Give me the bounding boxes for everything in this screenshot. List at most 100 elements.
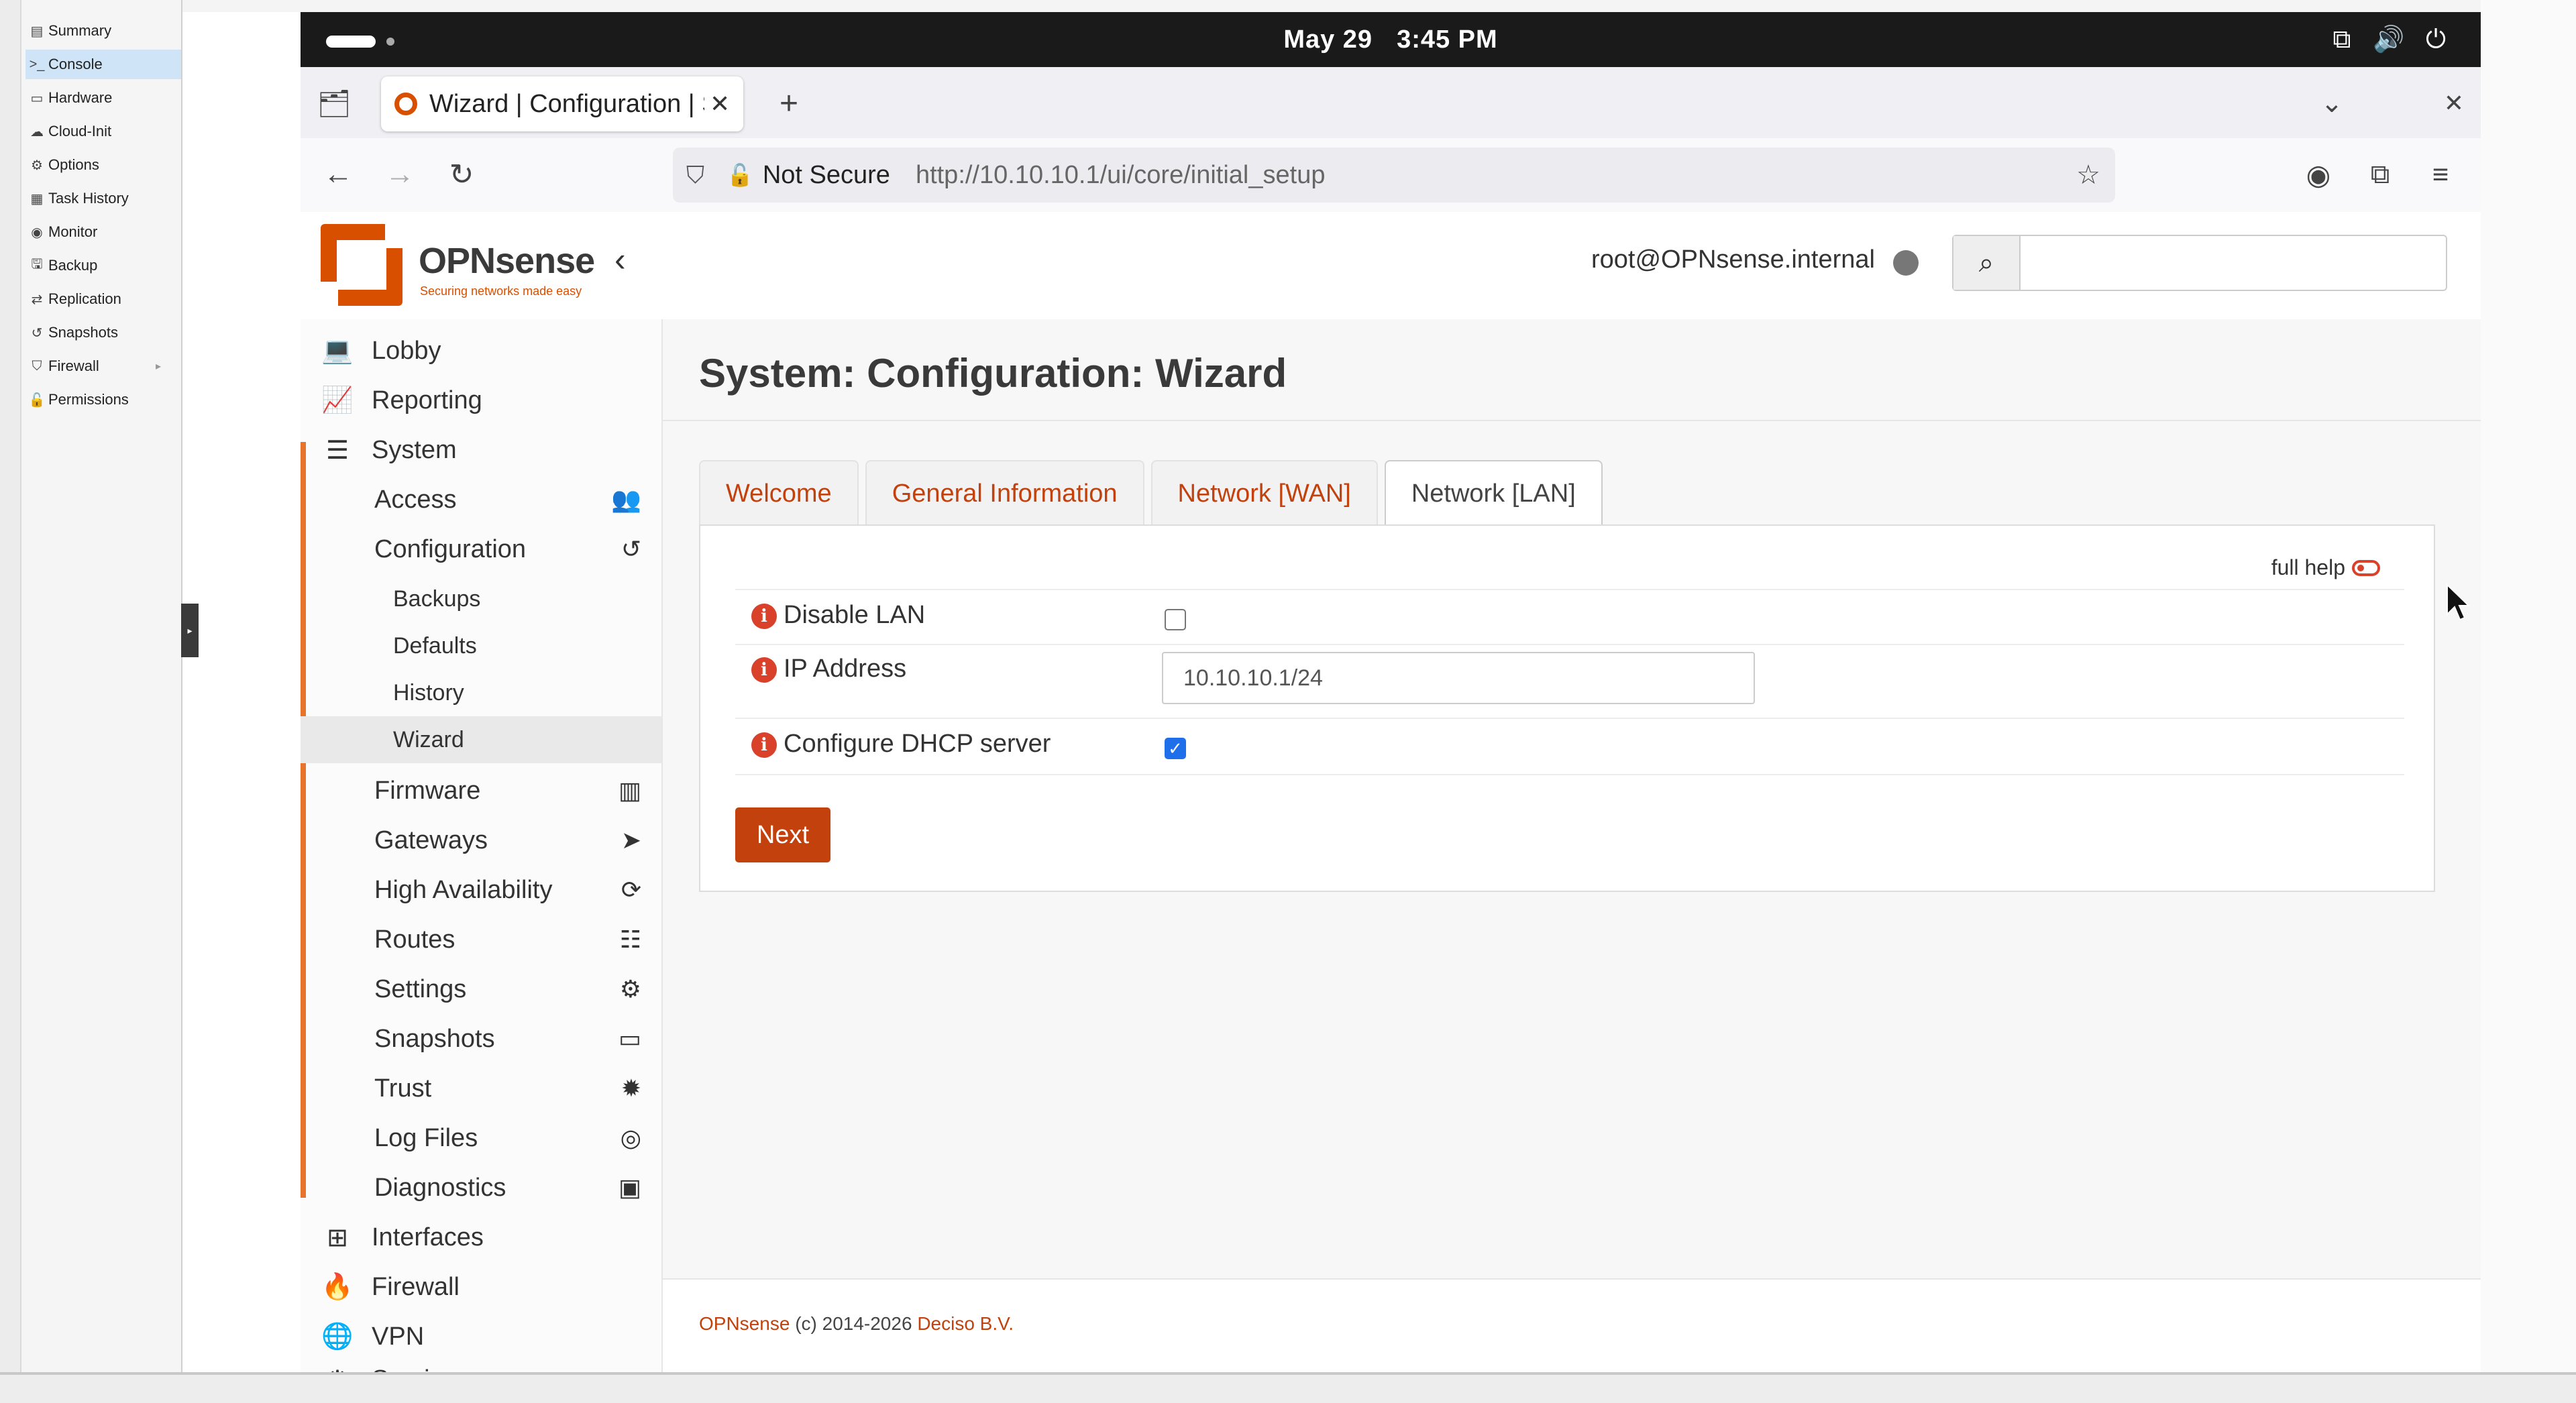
nav-label: Interfaces [372, 1223, 484, 1251]
nav-config-backups[interactable]: Backups [301, 575, 661, 622]
cogs-icon: ⚙ [619, 975, 641, 1003]
configure-dhcp-checkbox[interactable]: ✓ [1165, 738, 1186, 759]
footer-company-link[interactable]: Deciso B.V. [917, 1313, 1014, 1334]
info-icon[interactable]: i [751, 657, 777, 683]
full-help-label: full help [2271, 555, 2345, 579]
nav-label: Snapshots [374, 1024, 495, 1053]
outer-item-label: Backup [48, 257, 98, 274]
url-bar[interactable]: ⛉ 🔓 Not Secure http://10.10.10.1/ui/core… [673, 148, 2115, 203]
browser-tab-title: Wizard | Configuration | S [429, 89, 704, 118]
browser-tab-active[interactable]: Wizard | Configuration | S ✕ [381, 76, 743, 131]
nav-config-wizard[interactable]: Wizard [301, 716, 661, 763]
nav-system-high-availability[interactable]: High Availability ⟳ [301, 865, 661, 915]
tab-list-chevron-icon[interactable]: ⌄ [2313, 85, 2351, 122]
nav-system-snapshots[interactable]: Snapshots ▭ [301, 1014, 661, 1064]
row-divider [735, 718, 2404, 719]
clock[interactable]: May 29 3:45 PM [301, 12, 2481, 67]
toggle-off-icon[interactable] [2352, 559, 2380, 576]
outer-item-options[interactable]: ⚙ Options [25, 150, 181, 180]
search-icon[interactable]: ⌕ [1953, 236, 2021, 290]
close-window-icon[interactable]: ✕ [2435, 85, 2473, 122]
nav-system-log-files[interactable]: Log Files ◎ [301, 1113, 661, 1163]
nav-config-history[interactable]: History [301, 669, 661, 716]
next-button[interactable]: Next [735, 807, 830, 862]
nav-reporting[interactable]: 📈 Reporting [301, 376, 661, 425]
forward-arrow-icon[interactable]: → [381, 156, 419, 193]
nav-system-gateways[interactable]: Gateways ➤ [301, 816, 661, 865]
nav-system-trust[interactable]: Trust ✹ [301, 1064, 661, 1113]
info-icon[interactable]: i [751, 604, 777, 629]
outer-item-task-history[interactable]: ▦ Task History [25, 184, 181, 213]
shield-icon: ⛉ [32, 358, 42, 374]
extensions-icon[interactable]: ⧉ [2361, 156, 2399, 193]
tracking-shield-icon[interactable]: ⛉ [686, 161, 727, 190]
collapse-panel-handle[interactable]: ▸ [181, 604, 199, 657]
medkit-icon: ▣ [618, 1174, 641, 1201]
tab-general-information[interactable]: General Information [865, 460, 1144, 526]
row-divider [735, 589, 2404, 590]
nav-system-settings[interactable]: Settings ⚙ [301, 964, 661, 1014]
nav-label: Lobby [372, 336, 441, 365]
location-arrow-icon: ➤ [621, 826, 641, 854]
outer-item-console[interactable]: >_ Console [25, 50, 181, 79]
volume-icon[interactable]: 🔊 [2373, 24, 2404, 55]
certificate-icon: ✹ [621, 1074, 641, 1102]
outer-item-monitor[interactable]: ◉ Monitor [25, 217, 181, 247]
vm-console-screen[interactable]: May 29 3:45 PM ⧉ 🔊 ⏻ 🗂 Wizard | Configur… [301, 12, 2481, 1372]
outer-item-hardware[interactable]: ▭ Hardware [25, 83, 181, 113]
search-field[interactable]: ⌕ [1952, 235, 2447, 291]
nav-label: High Availability [374, 875, 553, 904]
tab-welcome[interactable]: Welcome [699, 460, 859, 526]
back-arrow-icon[interactable]: ← [319, 156, 357, 193]
status-indicator-icon[interactable] [1893, 250, 1919, 276]
building-icon: ▥ [618, 777, 641, 804]
url-text[interactable]: http://10.10.10.1/ui/core/initial_setup [916, 161, 1326, 190]
nav-vpn[interactable]: 🌐 VPN [301, 1312, 661, 1361]
tab-network-wan[interactable]: Network [WAN] [1150, 460, 1378, 526]
retweet-icon: ⇄ [31, 292, 43, 307]
outer-item-label: Options [48, 156, 99, 173]
insecure-lock-icon[interactable]: 🔓 [727, 162, 753, 188]
nav-services[interactable]: ⚙ Services [301, 1355, 661, 1373]
disable-lan-checkbox[interactable] [1165, 609, 1186, 630]
nav-system-routes[interactable]: Routes ☷ [301, 915, 661, 964]
logged-in-user[interactable]: root@OPNsense.internal [1591, 245, 1875, 274]
outer-item-backup[interactable]: 🖫 Backup [25, 251, 181, 280]
nav-firewall[interactable]: 🔥 Firewall [301, 1262, 661, 1312]
new-tab-icon[interactable]: + [770, 85, 808, 122]
opnsense-logo[interactable]: OPNsense Securing networks made easy [321, 224, 602, 306]
menu-hamburger-icon[interactable]: ≡ [2422, 156, 2459, 193]
nav-lobby[interactable]: 💻 Lobby [301, 326, 661, 376]
outer-item-replication[interactable]: ⇄ Replication [25, 284, 181, 314]
outer-top-strip [181, 0, 2576, 12]
account-icon[interactable]: ◉ [2300, 156, 2337, 193]
collapse-menu-chevron-icon[interactable]: ‹ [614, 240, 626, 279]
main-navigation: 💻 Lobby 📈 Reporting ☰ System Access 👥 Config… [301, 319, 663, 1372]
row-divider [735, 644, 2404, 645]
nav-config-defaults[interactable]: Defaults [301, 622, 661, 669]
close-tab-icon[interactable]: ✕ [710, 90, 730, 118]
footer-brand-link[interactable]: OPNsense [699, 1313, 790, 1334]
network-icon[interactable]: ⧉ [2326, 24, 2357, 55]
nav-system-configuration[interactable]: Configuration ↺ [301, 524, 661, 574]
outer-item-snapshots[interactable]: ↺ Snapshots [25, 318, 181, 347]
tab-overview-icon[interactable]: 🗂 [315, 85, 353, 122]
tab-network-lan[interactable]: Network [LAN] [1384, 460, 1603, 526]
ip-address-input[interactable]: 10.10.10.1/24 [1162, 652, 1755, 704]
outer-item-permissions[interactable]: 🔓 Permissions [25, 385, 181, 414]
outer-item-cloud-init[interactable]: ☁ Cloud-Init [25, 117, 181, 146]
power-icon[interactable]: ⏻ [2420, 24, 2451, 55]
nav-system-firmware[interactable]: Firmware ▥ [301, 766, 661, 816]
bookmark-star-icon[interactable]: ☆ [2076, 160, 2100, 190]
outer-item-label: Firewall [48, 357, 99, 374]
reload-icon[interactable]: ↻ [443, 156, 480, 193]
outer-item-firewall[interactable]: ⛉ Firewall ▸ [25, 351, 181, 381]
full-help-toggle[interactable]: full help [2271, 555, 2380, 580]
info-icon[interactable]: i [751, 732, 777, 758]
logo-tagline: Securing networks made easy [420, 284, 582, 298]
outer-item-summary[interactable]: ▤ Summary [25, 16, 181, 46]
nav-system-access[interactable]: Access 👥 [301, 475, 661, 524]
nav-system-diagnostics[interactable]: Diagnostics ▣ [301, 1163, 661, 1213]
nav-system[interactable]: ☰ System [301, 425, 661, 475]
nav-interfaces[interactable]: ⊞ Interfaces [301, 1213, 661, 1262]
